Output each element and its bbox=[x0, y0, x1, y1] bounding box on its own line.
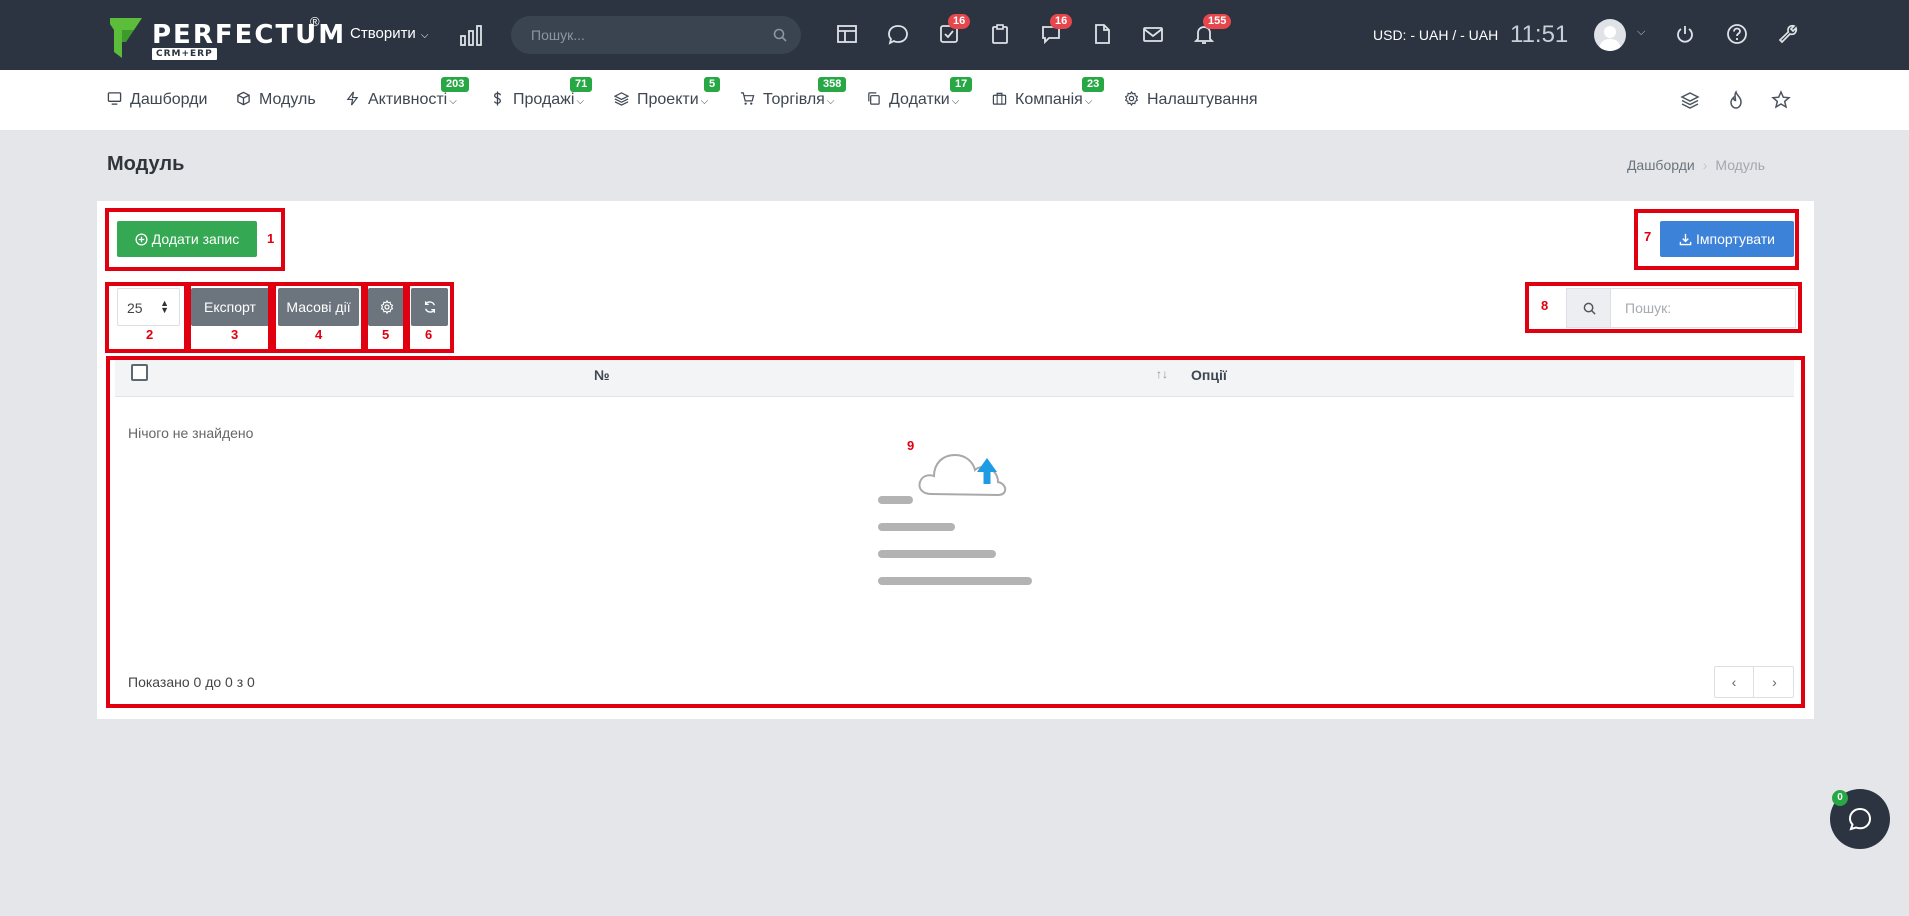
cube-icon bbox=[237, 91, 250, 106]
nav-item-sales[interactable]: Продажі ⌵ 71 bbox=[490, 77, 593, 109]
chevron-down-icon: ⌵ bbox=[1084, 96, 1093, 107]
dashboard-icon bbox=[107, 92, 122, 105]
activities-badge: 203 bbox=[441, 77, 470, 92]
file-icon[interactable] bbox=[1091, 23, 1117, 47]
chevron-down-icon[interactable]: ⌵ bbox=[1637, 26, 1645, 39]
nav-item-dashboards[interactable]: Дашборди bbox=[107, 91, 207, 109]
nav-item-label: Налаштування bbox=[1147, 91, 1258, 108]
currency-rate: USD: - UAH / - UAH bbox=[1373, 27, 1499, 43]
breadcrumb: Дашборди › Модуль bbox=[1627, 157, 1765, 173]
tasks-icon[interactable]: 16 bbox=[938, 14, 971, 47]
annotation-box-7 bbox=[1634, 209, 1799, 270]
annotation-box-9 bbox=[106, 356, 1805, 708]
bell-icon[interactable]: 155 bbox=[1193, 14, 1232, 47]
search-icon[interactable] bbox=[773, 28, 787, 42]
clipboard-icon[interactable] bbox=[989, 23, 1015, 47]
trade-badge: 358 bbox=[818, 77, 847, 92]
gear-icon bbox=[1124, 90, 1139, 107]
annotation-box-4 bbox=[272, 282, 365, 353]
mail-icon[interactable] bbox=[1142, 23, 1168, 47]
fire-icon[interactable] bbox=[1725, 89, 1747, 111]
chevron-down-icon: ⌵ bbox=[826, 96, 835, 107]
breadcrumb-link-dashboards[interactable]: Дашборди bbox=[1627, 157, 1695, 173]
nav-item-label: Компанія bbox=[1015, 91, 1083, 108]
dollar-icon bbox=[494, 91, 501, 106]
briefcase-icon bbox=[992, 92, 1007, 105]
logo-registered-mark: ® bbox=[310, 14, 320, 29]
annotation-label: 6 bbox=[425, 327, 433, 342]
nav-item-addons[interactable]: Додатки ⌵ 17 bbox=[866, 77, 973, 109]
company-badge: 23 bbox=[1082, 77, 1105, 92]
nav-item-label: Активності bbox=[368, 91, 448, 108]
user-silhouette-icon bbox=[1599, 26, 1621, 51]
annotation-box-1 bbox=[105, 208, 285, 271]
clock: 11:51 bbox=[1510, 21, 1569, 48]
top-bar: PERFECTUM ® CRM+ERP Створити ⌵ 16 16 bbox=[0, 0, 1909, 70]
layers-icon bbox=[613, 92, 630, 106]
chat-bubble-icon[interactable] bbox=[887, 23, 913, 47]
cart-icon bbox=[740, 92, 755, 105]
annotation-box-6 bbox=[406, 282, 454, 353]
bolt-icon bbox=[346, 91, 359, 106]
annotation-box-3 bbox=[187, 282, 272, 353]
chevron-down-icon: ⌵ bbox=[576, 96, 585, 107]
nav-item-label: Додатки bbox=[889, 91, 950, 108]
copy-icon bbox=[868, 92, 880, 105]
annotation-box-2 bbox=[105, 282, 188, 353]
nav-item-activities[interactable]: Активності ⌵ 203 bbox=[345, 77, 470, 109]
nav-item-label: Продажі bbox=[513, 91, 575, 108]
projects-badge: 5 bbox=[704, 77, 721, 92]
annotation-label: 3 bbox=[231, 327, 239, 342]
star-icon[interactable] bbox=[1770, 89, 1792, 111]
sales-badge: 71 bbox=[570, 77, 593, 92]
annotation-box-5 bbox=[364, 282, 407, 353]
breadcrumb-current: Модуль bbox=[1715, 157, 1765, 173]
main-nav: Дашборди Модуль Активності ⌵ 203 Продажі ⌵… bbox=[0, 70, 1909, 130]
calendar-icon[interactable] bbox=[836, 23, 862, 47]
logo-mark-icon bbox=[110, 18, 142, 58]
nav-item-projects[interactable]: Проекти ⌵ 5 bbox=[613, 77, 721, 109]
nav-item-label: Торгівля bbox=[763, 91, 825, 108]
power-icon[interactable] bbox=[1674, 23, 1700, 47]
create-menu-button[interactable]: Створити ⌵ bbox=[350, 25, 428, 42]
annotation-label: 5 bbox=[382, 327, 390, 342]
page-title: Модуль bbox=[107, 153, 185, 175]
avatar[interactable] bbox=[1594, 19, 1626, 51]
chat-bubble-icon bbox=[1848, 807, 1872, 831]
annotation-label: 4 bbox=[315, 327, 323, 342]
nav-item-label: Проекти bbox=[637, 91, 699, 108]
annotation-label: 9 bbox=[907, 438, 915, 453]
layers-icon[interactable] bbox=[1679, 89, 1701, 111]
tasks-badge: 16 bbox=[948, 14, 971, 29]
nav-item-label: Модуль bbox=[259, 91, 316, 108]
logo-subtitle: CRM+ERP bbox=[152, 48, 217, 60]
chevron-down-icon: ⌵ bbox=[420, 30, 429, 41]
annotation-label: 1 bbox=[267, 231, 275, 246]
help-icon[interactable] bbox=[1726, 23, 1752, 47]
create-menu-label: Створити bbox=[350, 25, 416, 42]
chevron-down-icon: ⌵ bbox=[449, 96, 457, 107]
wrench-icon[interactable] bbox=[1777, 23, 1803, 47]
annotation-label: 8 bbox=[1541, 298, 1549, 313]
annotation-label: 2 bbox=[146, 327, 154, 342]
logo[interactable]: PERFECTUM ® CRM+ERP bbox=[108, 14, 344, 60]
nav-item-module[interactable]: Модуль bbox=[236, 91, 316, 109]
nav-item-company[interactable]: Компанія ⌵ 23 bbox=[992, 77, 1105, 109]
addons-badge: 17 bbox=[950, 77, 973, 92]
global-search-input[interactable] bbox=[531, 16, 761, 54]
global-search bbox=[511, 16, 801, 54]
nav-item-settings[interactable]: Налаштування bbox=[1124, 90, 1258, 109]
messages-badge: 16 bbox=[1050, 14, 1073, 29]
chevron-down-icon: ⌵ bbox=[951, 96, 960, 107]
breadcrumb-separator-icon: › bbox=[1702, 157, 1708, 173]
annotation-box-8 bbox=[1525, 282, 1802, 333]
bar-chart-icon[interactable] bbox=[459, 24, 483, 46]
messages-icon[interactable]: 16 bbox=[1040, 14, 1073, 47]
nav-item-label: Дашборди bbox=[130, 91, 208, 108]
nav-item-trade[interactable]: Торгівля ⌵ 358 bbox=[740, 77, 847, 109]
annotation-label: 7 bbox=[1644, 229, 1652, 244]
chat-widget-badge: 0 bbox=[1832, 790, 1848, 806]
notifications-badge: 155 bbox=[1203, 14, 1232, 29]
chevron-down-icon: ⌵ bbox=[700, 96, 709, 107]
